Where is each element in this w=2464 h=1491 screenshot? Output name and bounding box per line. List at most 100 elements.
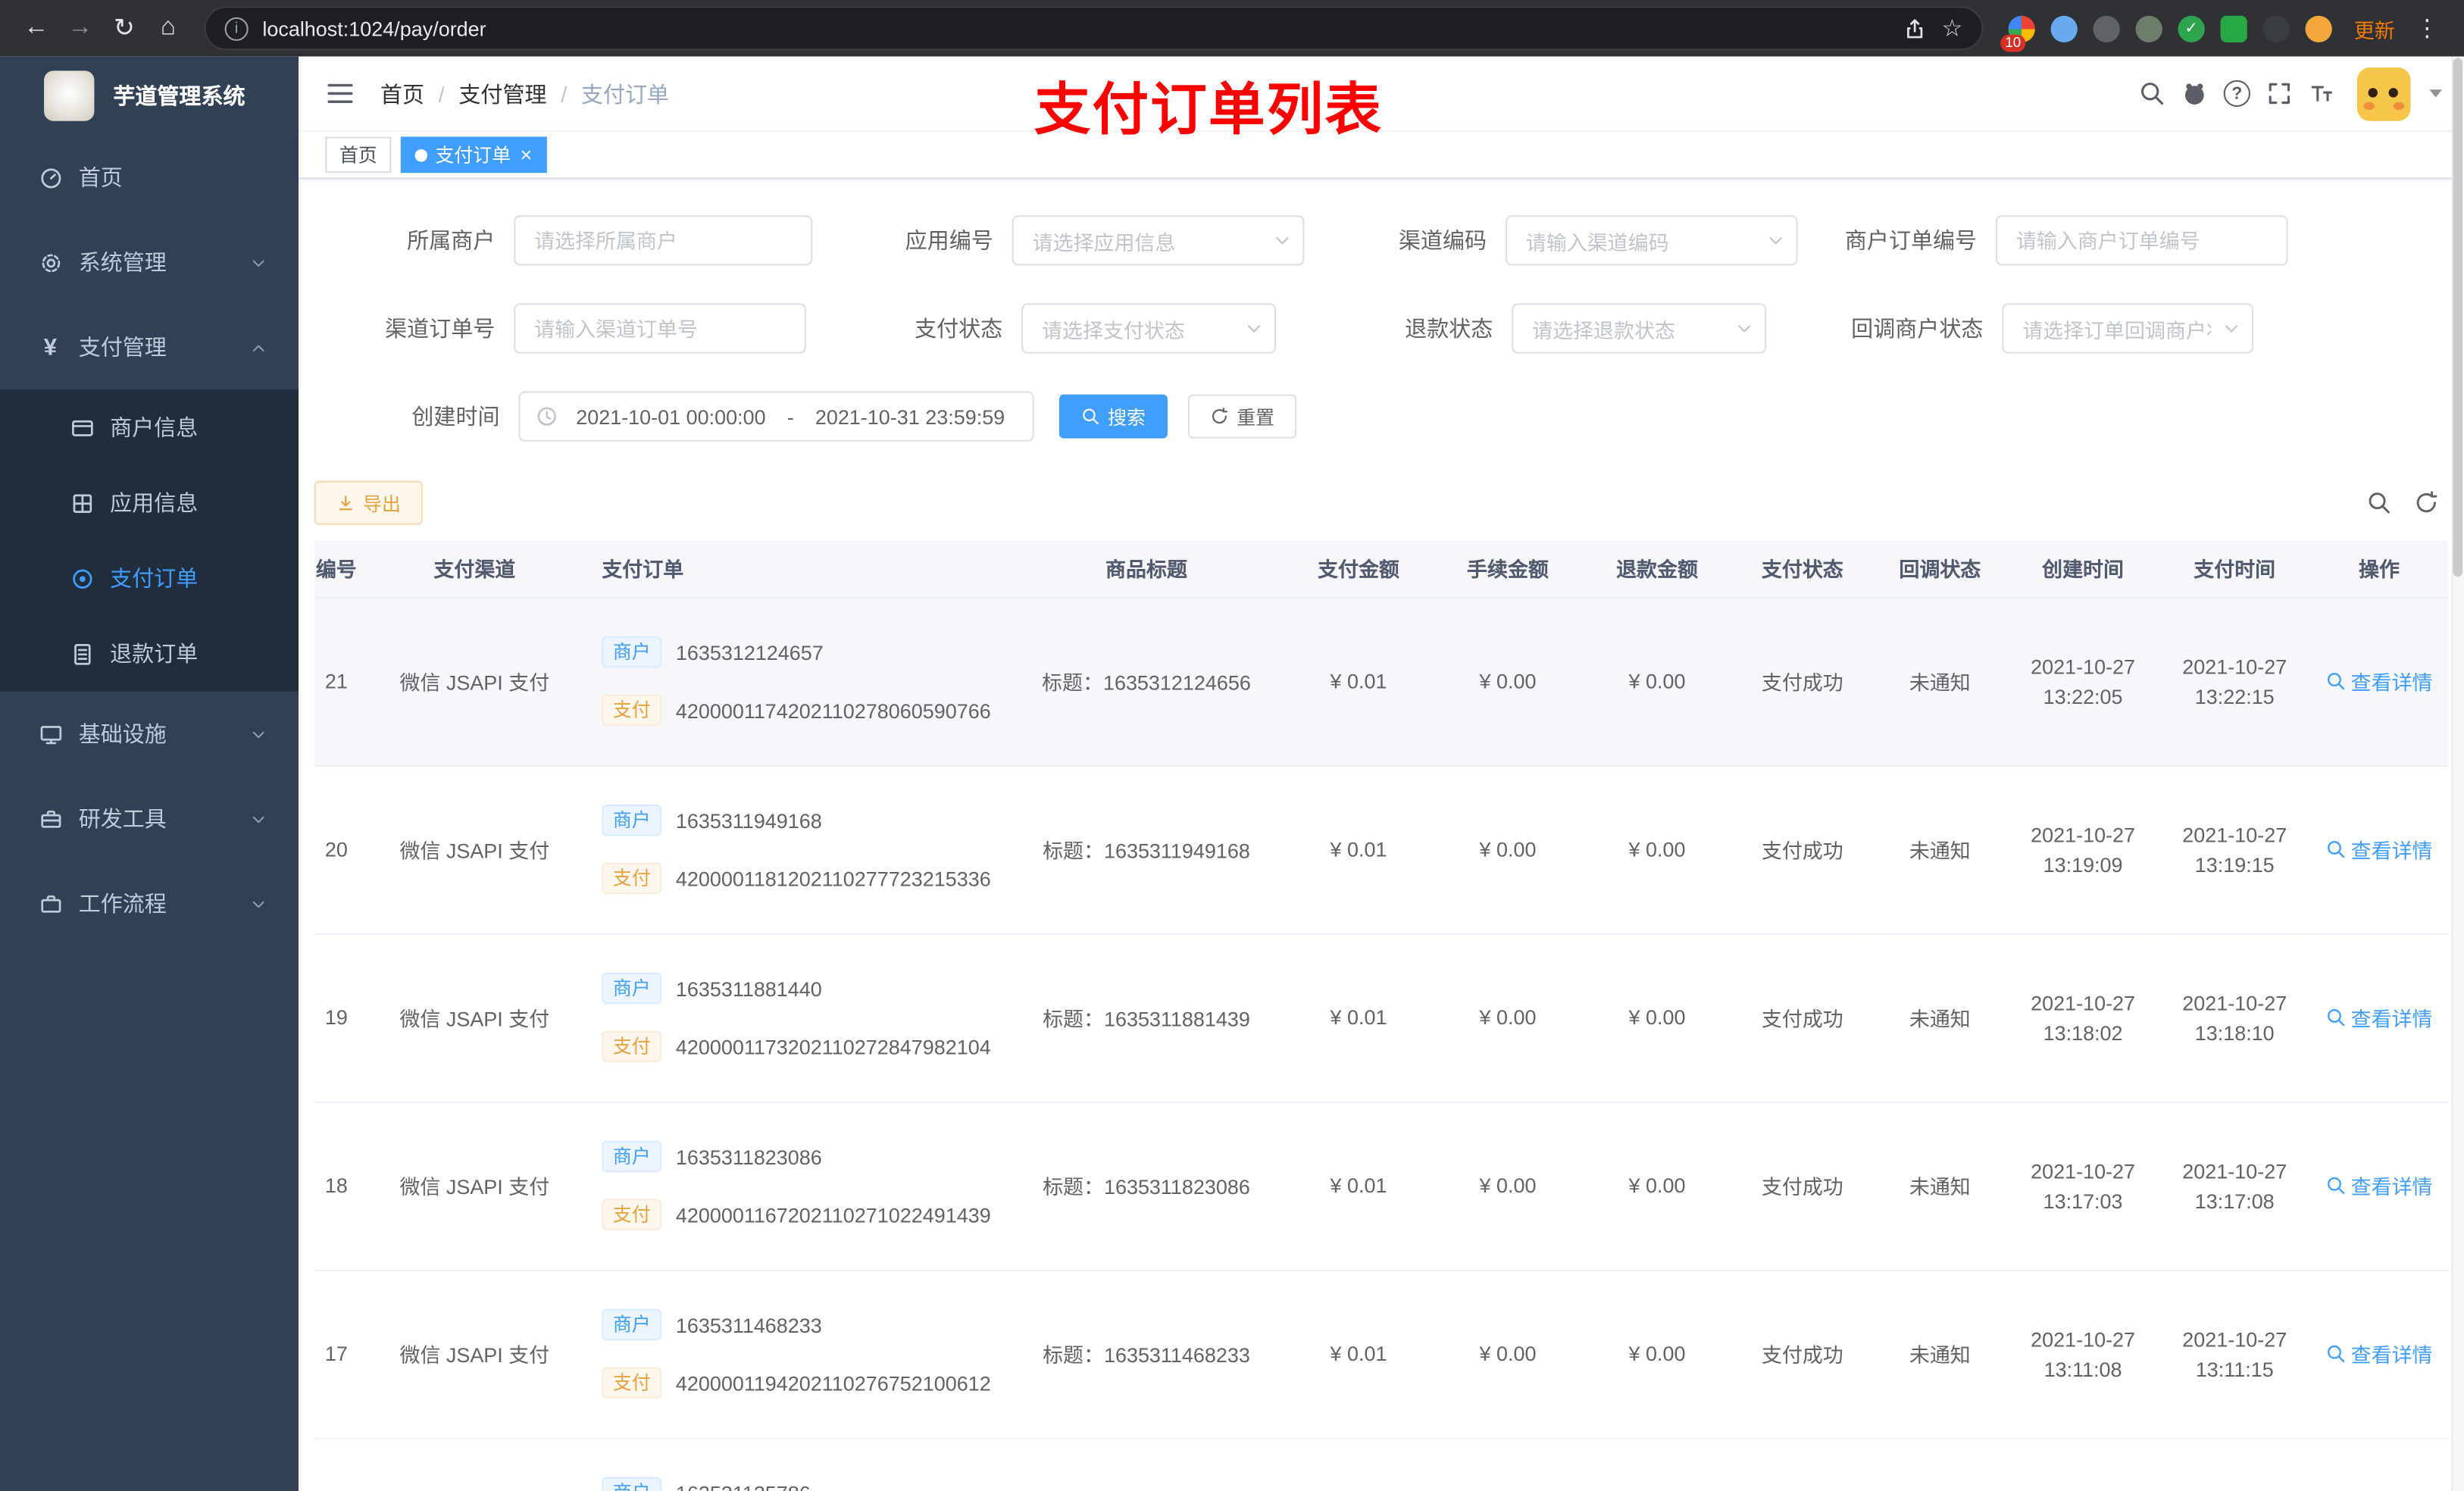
refresh-icon[interactable]: [2414, 490, 2439, 515]
channel-pay-no: 4200001194202110276752100612: [675, 1371, 991, 1395]
sidebar-item-home[interactable]: 首页: [0, 135, 299, 220]
browser-menu-icon[interactable]: ⋮: [2407, 8, 2448, 48]
site-info-icon[interactable]: i: [224, 16, 249, 40]
share-icon[interactable]: [1903, 17, 1926, 40]
column-header: 操作: [2309, 540, 2449, 599]
channel-pay-line: 支付 4200001194202110276752100612: [602, 1367, 1008, 1399]
view-detail-link[interactable]: 查看详情: [2325, 1171, 2433, 1200]
extension-icon[interactable]: [2050, 14, 2078, 42]
search-icon[interactable]: [2139, 80, 2165, 107]
pay-amount: ¥ 0.01: [1284, 933, 1434, 1102]
back-icon[interactable]: ←: [16, 8, 57, 48]
sidebar-item-app-info[interactable]: 应用信息: [0, 464, 299, 541]
callback-status-select[interactable]: 请选择订单回调商户状态: [2002, 303, 2254, 354]
app-no-select[interactable]: 请选择应用信息: [1012, 215, 1305, 266]
page-scrollbar[interactable]: [2451, 56, 2464, 1491]
range-separator: -: [786, 405, 794, 429]
pay-order-cell: 商户 1635311881440 支付 42000011732021102728…: [568, 933, 1009, 1102]
date-text: 2021-10-27: [2031, 654, 2136, 678]
channel-code-select[interactable]: 请输入渠道编码: [1505, 215, 1798, 266]
navbar-tools: ?: [2139, 67, 2464, 120]
channel-order-no-input[interactable]: [514, 303, 806, 354]
sidebar-item-merchant-info[interactable]: 商户信息: [0, 389, 299, 465]
create-time-cell: 2021-10-27 13:17:03: [2006, 1101, 2159, 1271]
refund-amount: ¥ 0.00: [1582, 1101, 1732, 1271]
chevron-down-icon: [250, 254, 267, 271]
close-tab-icon[interactable]: ×: [521, 145, 533, 165]
export-button[interactable]: 导出: [314, 480, 423, 525]
create-time-cell: 2021-10-27 13:11:08: [2006, 1269, 2159, 1439]
address-bar[interactable]: i localhost:1024/pay/order ☆: [204, 6, 1984, 51]
sidebar-item-dev-tools[interactable]: 研发工具: [0, 777, 299, 861]
breadcrumb: 首页 / 支付管理 / 支付订单: [380, 78, 669, 109]
pay-amount: ¥ 0.01: [1284, 1101, 1434, 1271]
font-size-icon[interactable]: [2309, 80, 2335, 107]
sidebar-item-infrastructure[interactable]: 基础设施: [0, 692, 299, 777]
chevron-down-icon: [2222, 319, 2241, 338]
scrollbar-thumb[interactable]: [2453, 58, 2462, 577]
sidebar-item-label: 基础设施: [78, 720, 167, 747]
pay-status-select[interactable]: 请选择支付状态: [1021, 303, 1277, 354]
user-avatar[interactable]: [2356, 67, 2411, 120]
help-icon[interactable]: ?: [2223, 80, 2250, 108]
bookmark-star-icon[interactable]: ☆: [1941, 14, 1962, 42]
create-time-range[interactable]: 2021-10-01 00:00:00 - 2021-10-31 23:59:5…: [518, 391, 1034, 442]
reload-icon[interactable]: ↻: [104, 8, 145, 48]
refund-status-select[interactable]: 请选择退款状态: [1512, 303, 1767, 354]
breadcrumb-current: 支付订单: [580, 80, 670, 106]
date-text: 2021-10-27: [2031, 990, 2136, 1014]
fee-amount: ¥ 0.00: [1433, 1269, 1583, 1439]
fullscreen-icon[interactable]: [2266, 80, 2293, 107]
browser-update-button[interactable]: 更新: [2354, 14, 2395, 43]
chevron-down-icon: [1766, 231, 1785, 250]
extension-icon[interactable]: [2093, 14, 2120, 42]
browser-chrome: ← → ↻ ⌂ i localhost:1024/pay/order ☆ 10 …: [0, 0, 2464, 57]
chevron-up-icon: [250, 339, 267, 356]
monitor-icon: [38, 721, 63, 746]
search-button[interactable]: 搜索: [1058, 394, 1168, 439]
sidebar-item-payment[interactable]: ¥ 支付管理: [0, 305, 299, 389]
merchant-order-no: 1635311881440: [675, 976, 822, 1001]
extension-icon[interactable]: [2220, 14, 2247, 42]
view-detail-link[interactable]: 查看详情: [2325, 1339, 2433, 1368]
hamburger-icon[interactable]: [325, 78, 356, 109]
extension-icon[interactable]: [2305, 14, 2332, 42]
view-detail-link[interactable]: 查看详情: [2325, 834, 2433, 864]
home-icon[interactable]: ⌂: [148, 8, 189, 48]
sidebar-item-pay-order[interactable]: 支付订单: [0, 540, 299, 617]
breadcrumb-home[interactable]: 首页: [380, 78, 424, 109]
extension-icon[interactable]: 10: [2000, 14, 2035, 52]
action-cell: 查看详情: [2309, 1269, 2449, 1439]
filter-row: 所属商户 应用编号 请选择应用信息 渠道编码 请输入渠道编码 商户订单编号: [314, 215, 2448, 266]
tab-home[interactable]: 首页: [325, 136, 392, 173]
forward-icon[interactable]: →: [60, 8, 101, 48]
main-area: 首页 / 支付管理 / 支付订单 ? 支付订单列表 首页 支付订单 × 所属商户…: [299, 56, 2464, 1491]
extension-icon[interactable]: [2262, 14, 2290, 42]
extension-check-icon[interactable]: ✓: [2178, 14, 2205, 42]
sidebar-item-system[interactable]: 系统管理: [0, 220, 299, 305]
github-icon[interactable]: [2181, 80, 2208, 107]
url-text[interactable]: localhost:1024/pay/order: [262, 17, 486, 40]
merchant-order-no-input[interactable]: [1995, 215, 2288, 266]
pay-channel: 微信 JSAPI 支付: [380, 765, 569, 934]
tab-pay-order[interactable]: 支付订单 ×: [400, 136, 546, 173]
action-cell: 查看详情: [2309, 1101, 2449, 1271]
owner-merchant-input[interactable]: [514, 215, 813, 266]
extension-icon[interactable]: [2135, 14, 2162, 42]
breadcrumb-pay-manage[interactable]: 支付管理: [458, 78, 546, 109]
search-toggle-icon[interactable]: [2366, 490, 2391, 515]
view-detail-link[interactable]: 查看详情: [2325, 1002, 2433, 1032]
sidebar-item-workflow[interactable]: 工作流程: [0, 861, 299, 946]
filter-row: 创建时间 2021-10-01 00:00:00 - 2021-10-31 23…: [314, 391, 2448, 442]
merchant-tag: 商户: [602, 1477, 662, 1491]
time-text: 13:18:10: [2194, 1021, 2275, 1045]
reset-button[interactable]: 重置: [1187, 394, 1297, 439]
active-tab-dot: [414, 148, 428, 161]
view-detail-link[interactable]: 查看详情: [2325, 666, 2433, 695]
fee-amount: ¥ 0.00: [1433, 597, 1583, 767]
view-detail-label: 查看详情: [2350, 1007, 2433, 1031]
dropdown-caret-icon[interactable]: [2429, 89, 2442, 98]
merchant-order-no: 1635311468233: [675, 1312, 822, 1336]
view-detail-label: 查看详情: [2350, 670, 2433, 695]
sidebar-item-refund-order[interactable]: 退款订单: [0, 616, 299, 692]
